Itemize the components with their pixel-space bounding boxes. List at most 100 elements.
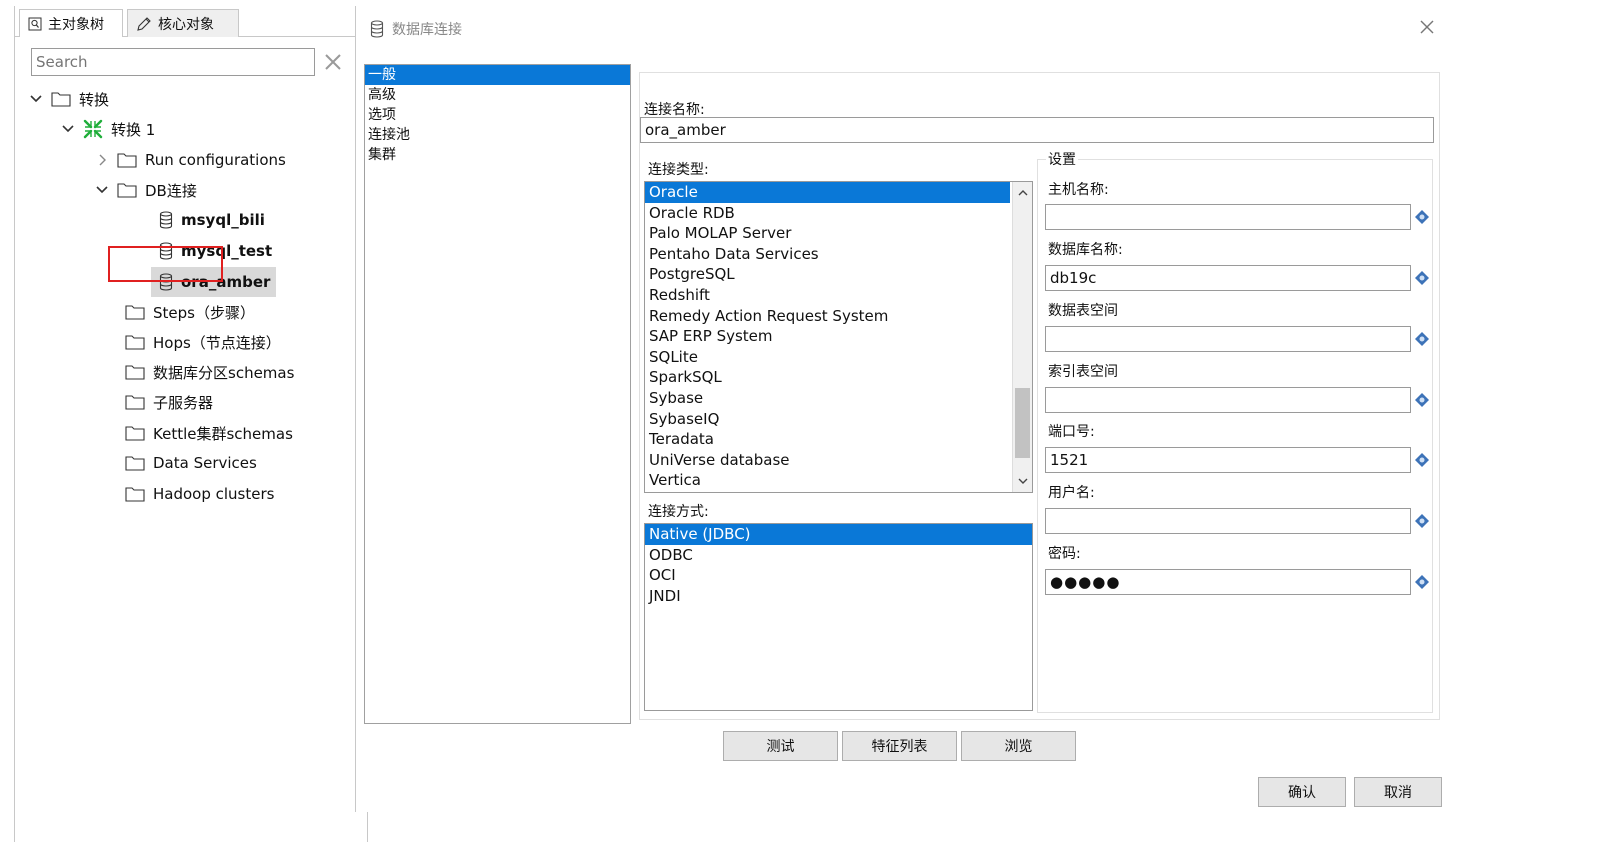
list-item[interactable]: Remedy Action Request System bbox=[645, 306, 1032, 327]
list-item[interactable]: Teradata bbox=[645, 429, 1032, 450]
variable-diamond-icon[interactable] bbox=[1414, 209, 1430, 225]
tree-node-db-connections[interactable]: DB连接 bbox=[95, 177, 197, 203]
list-item[interactable]: JNDI bbox=[645, 586, 1032, 607]
tablespace-label: 数据表空间 bbox=[1048, 303, 1118, 319]
list-item[interactable]: Pentaho Data Services bbox=[645, 244, 1032, 265]
object-tree-panel: 主对象树 核心对象 转换 转 bbox=[14, 6, 369, 842]
scrollbar-thumb[interactable] bbox=[1015, 388, 1030, 458]
tree-node-partition-schemas[interactable]: 数据库分区schemas bbox=[125, 359, 294, 385]
tree-node-hops[interactable]: Hops（节点连接） bbox=[125, 329, 281, 355]
username-label: 用户名: bbox=[1048, 485, 1095, 501]
folder-icon bbox=[125, 395, 145, 410]
conn-type-label: 连接类型: bbox=[648, 162, 709, 178]
variable-diamond-icon[interactable] bbox=[1414, 513, 1430, 529]
list-item[interactable]: SAP ERP System bbox=[645, 326, 1032, 347]
annotation-highlight-box bbox=[108, 246, 223, 282]
tree-node-transformation-1[interactable]: 转换 1 bbox=[61, 116, 155, 142]
list-item[interactable]: SQLite bbox=[645, 347, 1032, 368]
chevron-down-icon[interactable] bbox=[1016, 474, 1030, 488]
list-item[interactable]: OCI bbox=[645, 565, 1032, 586]
access-method-label: 连接方式: bbox=[648, 504, 709, 520]
conn-type-scrollbar[interactable] bbox=[1012, 182, 1032, 492]
tree-search bbox=[31, 48, 341, 76]
list-item[interactable]: UniVerse database bbox=[645, 450, 1032, 471]
index-tablespace-label: 索引表空间 bbox=[1048, 364, 1118, 380]
search-input[interactable] bbox=[31, 48, 315, 76]
tree-node-data-services[interactable]: Data Services bbox=[125, 450, 257, 476]
variable-diamond-icon[interactable] bbox=[1414, 574, 1430, 590]
port-input[interactable] bbox=[1045, 447, 1411, 473]
list-item[interactable]: Oracle RDB bbox=[645, 203, 1032, 224]
feature-list-button[interactable]: 特征列表 bbox=[842, 731, 957, 761]
tree-node-label: Run configurations bbox=[145, 151, 286, 169]
tree-node-steps[interactable]: Steps（步骤） bbox=[125, 299, 255, 325]
tree-node-label: msyql_bili bbox=[181, 211, 265, 229]
tree-node-label: 转换 1 bbox=[111, 120, 156, 139]
list-item[interactable]: Native (JDBC) bbox=[645, 524, 1032, 545]
chevron-right-icon[interactable] bbox=[95, 153, 109, 167]
dialog-nav-list: 一般 高级 选项 连接池 集群 bbox=[364, 64, 631, 724]
list-item[interactable]: Vertica bbox=[645, 470, 1032, 491]
close-icon[interactable] bbox=[1416, 16, 1438, 38]
tablespace-input[interactable] bbox=[1045, 326, 1411, 352]
test-button[interactable]: 测试 bbox=[723, 731, 838, 761]
tree-node-label: DB连接 bbox=[145, 181, 197, 200]
password-label: 密码: bbox=[1048, 546, 1081, 562]
list-item[interactable]: Redshift bbox=[645, 285, 1032, 306]
folder-icon bbox=[117, 153, 137, 168]
list-item[interactable]: SparkSQL bbox=[645, 367, 1032, 388]
tab-core-objects[interactable]: 核心对象 bbox=[127, 9, 239, 37]
list-item[interactable]: PostgreSQL bbox=[645, 264, 1032, 285]
folder-icon bbox=[125, 487, 145, 502]
host-input[interactable] bbox=[1045, 204, 1411, 230]
tree-node-transformations[interactable]: 转换 bbox=[29, 86, 109, 112]
list-item[interactable]: Palo MOLAP Server bbox=[645, 223, 1032, 244]
tree-node-label: Hops（节点连接） bbox=[153, 333, 281, 352]
tree-node-cluster-schemas[interactable]: Kettle集群schemas bbox=[125, 420, 293, 446]
dbname-input[interactable] bbox=[1045, 265, 1411, 291]
tab-label: 主对象树 bbox=[48, 16, 104, 33]
explore-button[interactable]: 浏览 bbox=[961, 731, 1076, 761]
chevron-down-icon[interactable] bbox=[29, 92, 43, 106]
database-connection-dialog: 数据库连接 一般 高级 选项 连接池 集群 连接名称: 连接类型: Oracle… bbox=[355, 6, 1446, 812]
variable-diamond-icon[interactable] bbox=[1414, 452, 1430, 468]
chevron-down-icon[interactable] bbox=[61, 122, 75, 136]
variable-diamond-icon[interactable] bbox=[1414, 270, 1430, 286]
tab-main-object-tree[interactable]: 主对象树 bbox=[19, 9, 123, 37]
username-input[interactable] bbox=[1045, 508, 1411, 534]
variable-diamond-icon[interactable] bbox=[1414, 331, 1430, 347]
conn-name-input[interactable] bbox=[640, 117, 1434, 143]
transformation-icon bbox=[83, 119, 103, 139]
index-tablespace-input[interactable] bbox=[1045, 387, 1411, 413]
tree-node-label: Steps（步骤） bbox=[153, 303, 255, 322]
access-method-list[interactable]: Native (JDBC) ODBC OCI JNDI bbox=[644, 523, 1033, 711]
tree-node-run-configurations[interactable]: Run configurations bbox=[95, 147, 286, 173]
settings-title: 设置 bbox=[1046, 149, 1078, 169]
tree-node-slave-servers[interactable]: 子服务器 bbox=[125, 389, 213, 415]
list-item[interactable]: ODBC bbox=[645, 545, 1032, 566]
chevron-down-icon[interactable] bbox=[95, 183, 109, 197]
conn-name-label: 连接名称: bbox=[644, 102, 705, 118]
list-item[interactable]: SybaseIQ bbox=[645, 409, 1032, 430]
close-icon[interactable] bbox=[323, 52, 343, 72]
nav-item-advanced[interactable]: 高级 bbox=[365, 85, 630, 105]
tree-node-db-msyql-bili[interactable]: msyql_bili bbox=[159, 207, 265, 233]
cancel-button[interactable]: 取消 bbox=[1354, 777, 1442, 807]
folder-icon bbox=[117, 183, 137, 198]
nav-item-pooling[interactable]: 连接池 bbox=[365, 125, 630, 145]
list-item[interactable]: Sybase bbox=[645, 388, 1032, 409]
pencil-icon bbox=[137, 16, 151, 31]
list-item[interactable]: Oracle bbox=[645, 182, 1010, 203]
nav-item-options[interactable]: 选项 bbox=[365, 105, 630, 125]
nav-item-general[interactable]: 一般 bbox=[365, 65, 630, 85]
dialog-title: 数据库连接 bbox=[392, 22, 462, 38]
nav-item-clustering[interactable]: 集群 bbox=[365, 145, 630, 165]
tree-node-hadoop-clusters[interactable]: Hadoop clusters bbox=[125, 481, 274, 507]
password-input[interactable] bbox=[1045, 569, 1411, 595]
conn-type-list[interactable]: Oracle Oracle RDB Palo MOLAP Server Pent… bbox=[644, 181, 1033, 493]
ok-button[interactable]: 确认 bbox=[1258, 777, 1346, 807]
database-icon bbox=[370, 20, 384, 38]
tree-tabs: 主对象树 核心对象 bbox=[15, 9, 369, 37]
variable-diamond-icon[interactable] bbox=[1414, 392, 1430, 408]
chevron-up-icon[interactable] bbox=[1016, 186, 1030, 200]
